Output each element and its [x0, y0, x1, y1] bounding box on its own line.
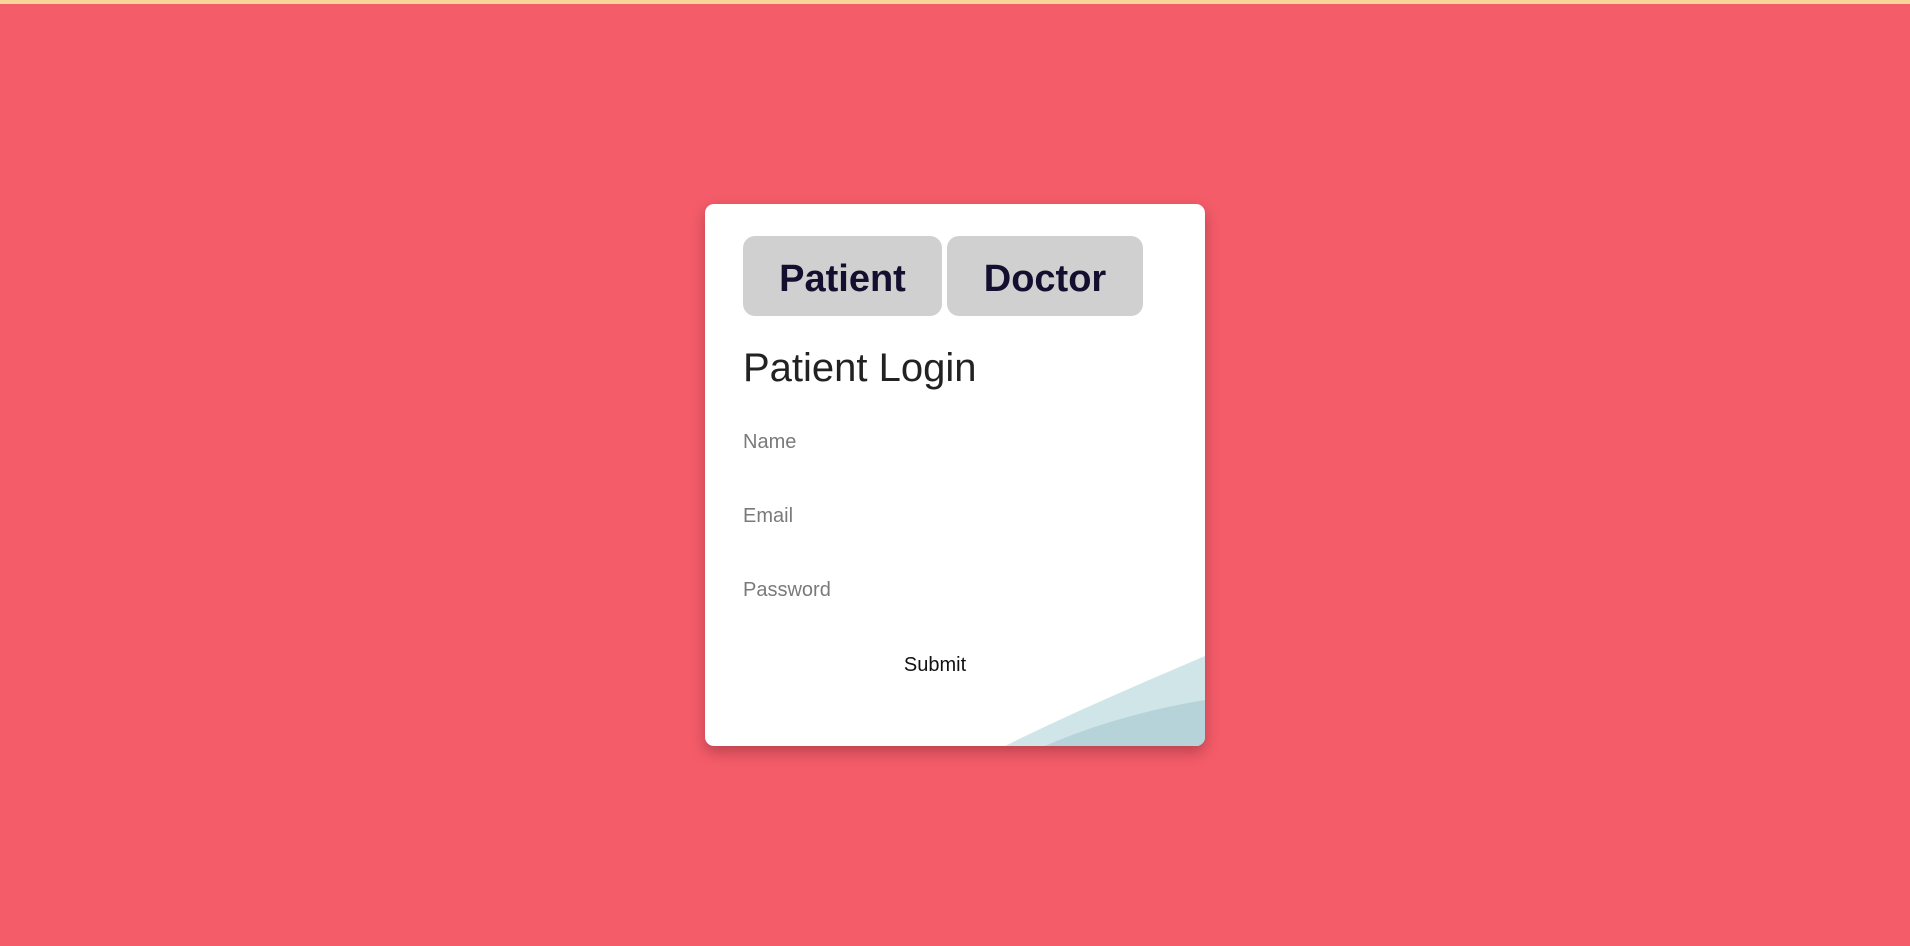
top-strip [0, 0, 1910, 4]
name-input[interactable] [743, 427, 1163, 457]
submit-button[interactable]: Submit [885, 650, 985, 680]
email-input[interactable] [743, 501, 1163, 531]
login-card: Patient Doctor Patient Login Submit [705, 204, 1205, 746]
role-tabs: Patient Doctor [743, 236, 1143, 316]
tab-doctor[interactable]: Doctor [947, 236, 1143, 316]
tab-patient[interactable]: Patient [743, 236, 942, 316]
password-input[interactable] [743, 575, 1163, 605]
form-title: Patient Login [743, 346, 977, 390]
wave-decoration [1005, 656, 1205, 746]
